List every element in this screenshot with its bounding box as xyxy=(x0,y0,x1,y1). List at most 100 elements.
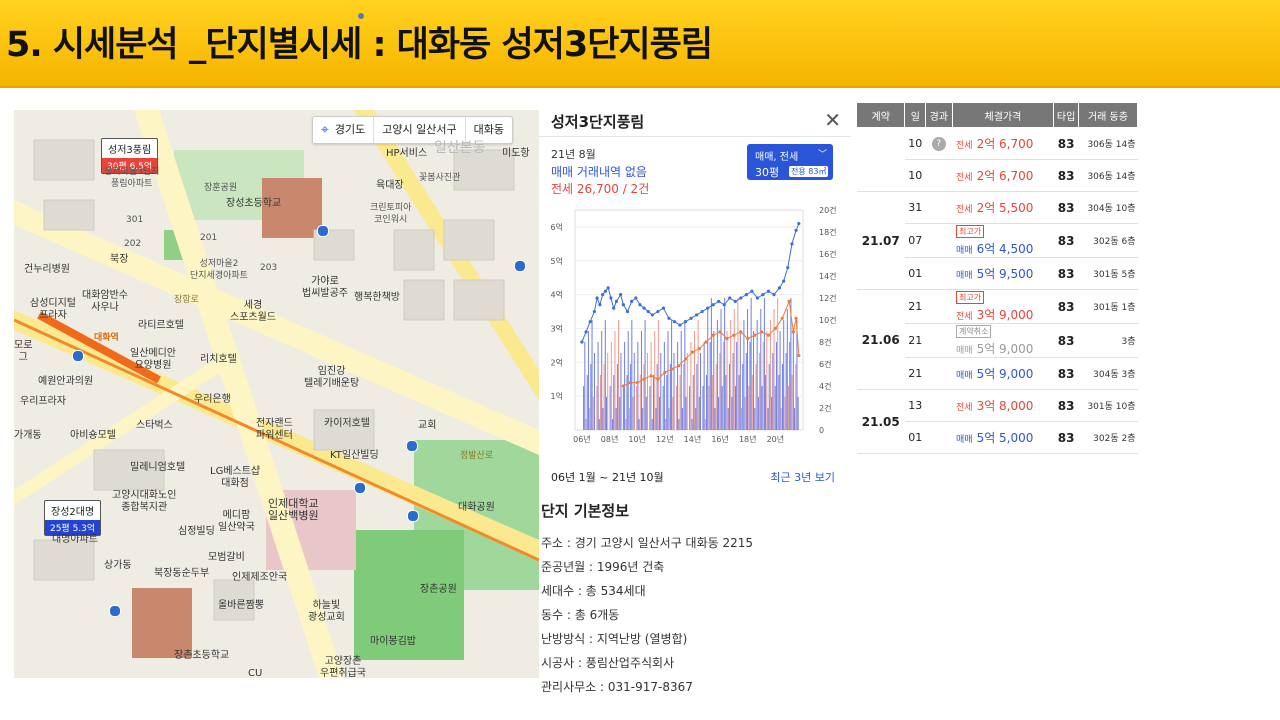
bus-stop-icon[interactable] xyxy=(317,225,329,237)
map-label: 북장동순두부 xyxy=(154,568,210,579)
series-point xyxy=(656,377,660,381)
bus-stop-icon[interactable] xyxy=(109,605,121,617)
map-label: 고양장촌 우편취급국 xyxy=(320,656,366,678)
price-trend-chart[interactable]: 1억 2억 3억 4억 5억 6억 0 2건 4건 6건 8건 10건 12건 14건 16건 18건 20건 0… xyxy=(539,202,851,464)
volume-bar xyxy=(784,397,786,430)
info-households: 세대수 : 총 534세대 xyxy=(541,584,646,598)
cell-price: 전세 2억 5,500 xyxy=(952,191,1054,224)
cell-elapsed xyxy=(925,389,952,422)
breadcrumb-province[interactable]: 경기도 xyxy=(333,117,373,143)
type-size-selector[interactable]: 매매, 전세 ﹀ 30평 전용 83㎡ xyxy=(747,144,833,180)
volume-bar xyxy=(788,386,790,430)
table-row[interactable]: 21.06 21 최고가 전세 3억 9,000 83 301동 1층 xyxy=(856,289,1138,390)
volume-bar xyxy=(655,408,657,430)
y-left-tick: 4억 xyxy=(551,290,563,300)
bus-stop-icon[interactable] xyxy=(407,510,419,522)
cell-floor: 3층 xyxy=(1078,323,1138,358)
cell-contract-month: 21.06 xyxy=(856,289,905,390)
series-point xyxy=(646,309,650,314)
map-label: 일산본동 xyxy=(434,140,486,156)
map-label: 성저마을2 단지세경아파트 xyxy=(190,259,248,281)
elapsed-badge-icon: ? xyxy=(931,137,946,151)
map-view[interactable]: ⌖ 경기도 고양시 일산서구 대화동 성저3풍림 30평 6.5억 장성2대명 … xyxy=(14,110,539,678)
title-bar: 5. 시세분석 _단지별시세 : 대화동 성저3단지풍림 xyxy=(0,0,1280,88)
volume-bar xyxy=(795,364,797,430)
volume-bar xyxy=(760,309,762,430)
map-label: 성저마을3단지 풍림아파트 xyxy=(104,167,160,189)
volume-bar xyxy=(724,298,726,430)
complex-info: 단지 기본정보 주소 : 경기 고양시 일산서구 대화동 2215 준공년월 :… xyxy=(541,500,841,699)
recent-3y-link[interactable]: 최근 3년 보기 xyxy=(770,469,835,485)
volume-bar xyxy=(587,331,589,430)
map-label: 우리프라자 xyxy=(20,396,66,407)
map-label: 심정빌딩 xyxy=(178,526,215,537)
x-tick: 06년 xyxy=(573,434,591,444)
volume-bar xyxy=(593,353,595,430)
series-point xyxy=(635,381,639,385)
volume-bar xyxy=(762,342,764,430)
bus-stop-icon[interactable] xyxy=(514,260,526,272)
volume-bar xyxy=(638,419,640,430)
x-tick: 18년 xyxy=(739,434,757,444)
volume-bar xyxy=(786,309,788,430)
volume-bar xyxy=(584,342,586,430)
volume-bar xyxy=(614,331,616,430)
map-label: 꽃봄사진관 xyxy=(419,173,461,183)
volume-bar xyxy=(720,309,722,430)
volume-bar xyxy=(766,331,768,430)
series-point xyxy=(609,296,613,300)
volume-bar xyxy=(583,386,585,430)
volume-bar xyxy=(741,408,743,430)
table-row[interactable]: 10? 전세 2억 6,700 83 306동 14층 xyxy=(856,127,1138,192)
cell-day: 13 xyxy=(904,389,926,422)
volume-bar xyxy=(607,353,609,430)
volume-bar xyxy=(675,386,677,430)
deal-price: 2억 6,700 xyxy=(976,169,1034,183)
bus-stop-icon[interactable] xyxy=(72,350,84,362)
volume-bar xyxy=(778,375,780,430)
cell-floor: 301동 1층 xyxy=(1078,289,1138,324)
series-point xyxy=(580,340,584,344)
volume-bar xyxy=(697,320,699,430)
series-point xyxy=(595,296,599,300)
volume-bar xyxy=(692,375,694,430)
series-point xyxy=(614,299,619,303)
volume-bar xyxy=(656,364,658,430)
volume-bar xyxy=(722,342,724,430)
map-label: 올바른짬뽕 xyxy=(218,600,264,611)
complex-pin-jangseong2[interactable]: 장성2대명 25평 5.3억 xyxy=(44,500,102,536)
close-icon[interactable]: ✕ xyxy=(824,108,841,132)
volume-bar xyxy=(681,408,683,430)
map-label: 교회 xyxy=(418,420,437,431)
page-title: 5. 시세분석 _단지별시세 : 대화동 성저3단지풍림 xyxy=(6,25,713,65)
volume-bar xyxy=(704,419,706,430)
volume-bar xyxy=(627,331,629,430)
map-background xyxy=(14,110,539,678)
locate-icon[interactable]: ⌖ xyxy=(313,117,333,143)
volume-bar xyxy=(591,320,593,430)
volume-bar xyxy=(716,320,718,430)
volume-bar xyxy=(719,353,721,430)
volume-bar xyxy=(693,331,695,430)
map-label: 밀레니엄호텔 xyxy=(130,462,186,473)
series-point xyxy=(706,306,710,310)
cell-floor: 304동 10층 xyxy=(1078,191,1138,224)
bus-stop-icon[interactable] xyxy=(354,482,366,494)
map-label: 라티르호텔 xyxy=(138,320,184,331)
bus-stop-icon[interactable] xyxy=(406,440,418,452)
cell-type: 83 xyxy=(1053,357,1079,390)
y-right-tick: 18건 xyxy=(819,227,837,237)
info-builder: 시공사 : 풍림산업주식회사 xyxy=(541,656,675,670)
cell-type: 83 xyxy=(1053,191,1079,224)
volume-bar xyxy=(646,353,648,430)
col-price: 체결가격 xyxy=(951,102,1055,128)
table-row[interactable]: 21.07 31 전세 2억 5,500 83 304동 10층 xyxy=(856,191,1138,290)
volume-bar xyxy=(690,342,692,430)
deal-price: 3억 9,000 xyxy=(976,308,1034,322)
volume-bar xyxy=(642,408,644,430)
series-point xyxy=(739,296,743,300)
table-row[interactable]: 21.05 13 전세 3억 8,000 83 301동 10층 xyxy=(856,389,1138,454)
transaction-table: 계약 일 경과 체결가격 타입 거래 동층 10? 전세 2억 6,700 83 306… xyxy=(855,102,1139,454)
selector-area: 전용 83㎡ xyxy=(789,166,829,177)
volume-bar xyxy=(797,397,799,430)
